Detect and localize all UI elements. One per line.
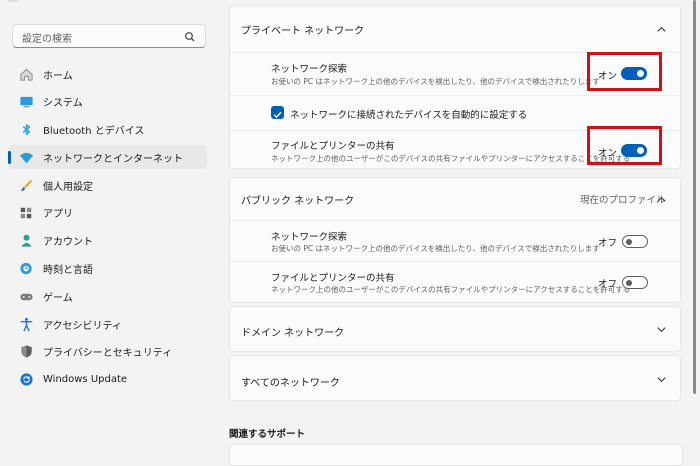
public-network-header[interactable]: パブリック ネットワーク 現在のプロファイル bbox=[230, 178, 680, 220]
chevron-up-icon[interactable] bbox=[656, 194, 667, 205]
search-icon[interactable] bbox=[183, 30, 197, 44]
sidebar-item-label: ゲーム bbox=[43, 292, 73, 304]
toggle-state-label: オフ bbox=[598, 279, 618, 290]
private-auto-setup-row: ネットワークに接続されたデバイスを自動的に設定する bbox=[230, 95, 680, 130]
chevron-down-icon[interactable] bbox=[656, 374, 667, 385]
private-network-header[interactable]: プライベート ネットワーク bbox=[230, 6, 680, 52]
file-printer-sharing-toggle[interactable] bbox=[622, 276, 648, 289]
globe-clock-icon bbox=[18, 261, 34, 277]
setting-description: ネットワーク上の他のユーザーがこのデバイスの共有ファイルやプリンターにアクセスす… bbox=[271, 285, 631, 294]
sidebar-item-time-language[interactable]: 時刻と言語 bbox=[8, 257, 207, 281]
section-title: パブリック ネットワーク bbox=[241, 196, 355, 207]
sidebar-item-label: 時刻と言語 bbox=[43, 265, 93, 277]
sidebar-item-gaming[interactable]: ゲーム bbox=[8, 284, 207, 308]
highlight-box bbox=[587, 126, 662, 165]
bluetooth-icon bbox=[18, 122, 34, 138]
sidebar-item-windows-update[interactable]: Windows Update bbox=[8, 368, 207, 392]
sidebar-item-accessibility[interactable]: アクセシビリティ bbox=[8, 312, 207, 336]
setting-description: お使いの PC はネットワーク上の他のデバイスを検出したり、他のデバイスで検出さ… bbox=[271, 77, 600, 86]
setting-title: ネットワーク探索 bbox=[271, 64, 348, 75]
network-discovery-toggle[interactable] bbox=[622, 235, 648, 248]
related-support-card bbox=[229, 444, 683, 466]
auto-setup-checkbox[interactable] bbox=[271, 106, 284, 119]
sidebar-item-label: アプリ bbox=[43, 209, 73, 221]
sidebar-item-apps[interactable]: アプリ bbox=[8, 201, 207, 225]
setting-description: ネットワーク上の他のユーザーがこのデバイスの共有ファイルやプリンターにアクセスす… bbox=[271, 154, 631, 163]
sidebar-item-personalization[interactable]: 個人用設定 bbox=[8, 173, 207, 197]
chevron-down-icon[interactable] bbox=[656, 324, 667, 335]
toggle-knob bbox=[626, 238, 632, 245]
sidebar-item-label: 個人用設定 bbox=[43, 181, 93, 193]
shield-icon bbox=[18, 344, 34, 360]
accessibility-icon bbox=[18, 316, 34, 332]
all-networks-card[interactable]: すべてのネットワーク bbox=[229, 355, 681, 401]
related-support-heading: 関連するサポート bbox=[229, 429, 306, 440]
sidebar-nav: ホーム システム Bluetooth とデバイス ネットワークとインターネット … bbox=[8, 62, 207, 396]
setting-title: ネットワーク探索 bbox=[271, 232, 348, 243]
sidebar-item-label: システム bbox=[43, 98, 83, 110]
public-discovery-row: ネットワーク探索 お使いの PC はネットワーク上の他のデバイスを検出したり、他… bbox=[230, 220, 680, 261]
checkmark-icon bbox=[273, 111, 282, 119]
sidebar-item-label: プライバシーとセキュリティ bbox=[43, 348, 173, 360]
system-icon bbox=[18, 94, 34, 110]
scrollbar[interactable] bbox=[693, 0, 696, 394]
sidebar-item-label: ネットワークとインターネット bbox=[43, 153, 183, 165]
sidebar-item-privacy-security[interactable]: プライバシーとセキュリティ bbox=[8, 340, 207, 364]
current-profile-label: 現在のプロファイル bbox=[580, 195, 666, 206]
sidebar-item-network[interactable]: ネットワークとインターネット bbox=[8, 145, 207, 170]
update-icon bbox=[18, 372, 34, 388]
sidebar-item-label: アカウント bbox=[43, 237, 93, 249]
chevron-up-icon[interactable] bbox=[656, 24, 667, 35]
apps-icon bbox=[18, 205, 34, 221]
sidebar-item-label: ホーム bbox=[43, 70, 73, 82]
section-title: ドメイン ネットワーク bbox=[241, 328, 345, 339]
highlight-box bbox=[587, 52, 662, 91]
sidebar: 設定の検索 ホーム システム Bluetooth とデバイス ネットワークとイン… bbox=[0, 0, 218, 450]
section-title: すべてのネットワーク bbox=[241, 378, 340, 389]
toggle-state-label: オフ bbox=[598, 238, 618, 249]
setting-title: ファイルとプリンターの共有 bbox=[271, 141, 395, 152]
toggle-knob bbox=[626, 279, 632, 286]
avatar[interactable] bbox=[3, 0, 23, 2]
search-input[interactable]: 設定の検索 bbox=[22, 30, 72, 45]
gamepad-icon bbox=[18, 288, 34, 304]
public-sharing-row: ファイルとプリンターの共有 ネットワーク上の他のユーザーがこのデバイスの共有ファ… bbox=[230, 261, 680, 302]
sidebar-item-label: アクセシビリティ bbox=[43, 320, 122, 332]
domain-network-card[interactable]: ドメイン ネットワーク bbox=[229, 306, 681, 352]
setting-title: ファイルとプリンターの共有 bbox=[271, 273, 395, 284]
setting-description: お使いの PC はネットワーク上の他のデバイスを検出したり、他のデバイスで検出さ… bbox=[271, 244, 600, 253]
sidebar-item-home[interactable]: ホーム bbox=[8, 62, 207, 86]
sidebar-item-bluetooth[interactable]: Bluetooth とデバイス bbox=[8, 118, 207, 142]
section-title: プライベート ネットワーク bbox=[241, 26, 365, 37]
brush-icon bbox=[18, 177, 34, 193]
sidebar-item-accounts[interactable]: アカウント bbox=[8, 229, 207, 253]
home-icon bbox=[18, 66, 34, 82]
sidebar-item-label: Bluetooth とデバイス bbox=[43, 126, 145, 138]
public-network-card: パブリック ネットワーク 現在のプロファイル ネットワーク探索 お使いの PC … bbox=[229, 177, 681, 303]
search-box[interactable]: 設定の検索 bbox=[12, 24, 206, 48]
checkbox-label: ネットワークに接続されたデバイスを自動的に設定する bbox=[290, 110, 528, 121]
account-icon bbox=[18, 233, 34, 249]
wifi-icon bbox=[18, 149, 34, 165]
sidebar-item-label: Windows Update bbox=[43, 374, 128, 386]
sidebar-item-system[interactable]: システム bbox=[8, 90, 207, 114]
